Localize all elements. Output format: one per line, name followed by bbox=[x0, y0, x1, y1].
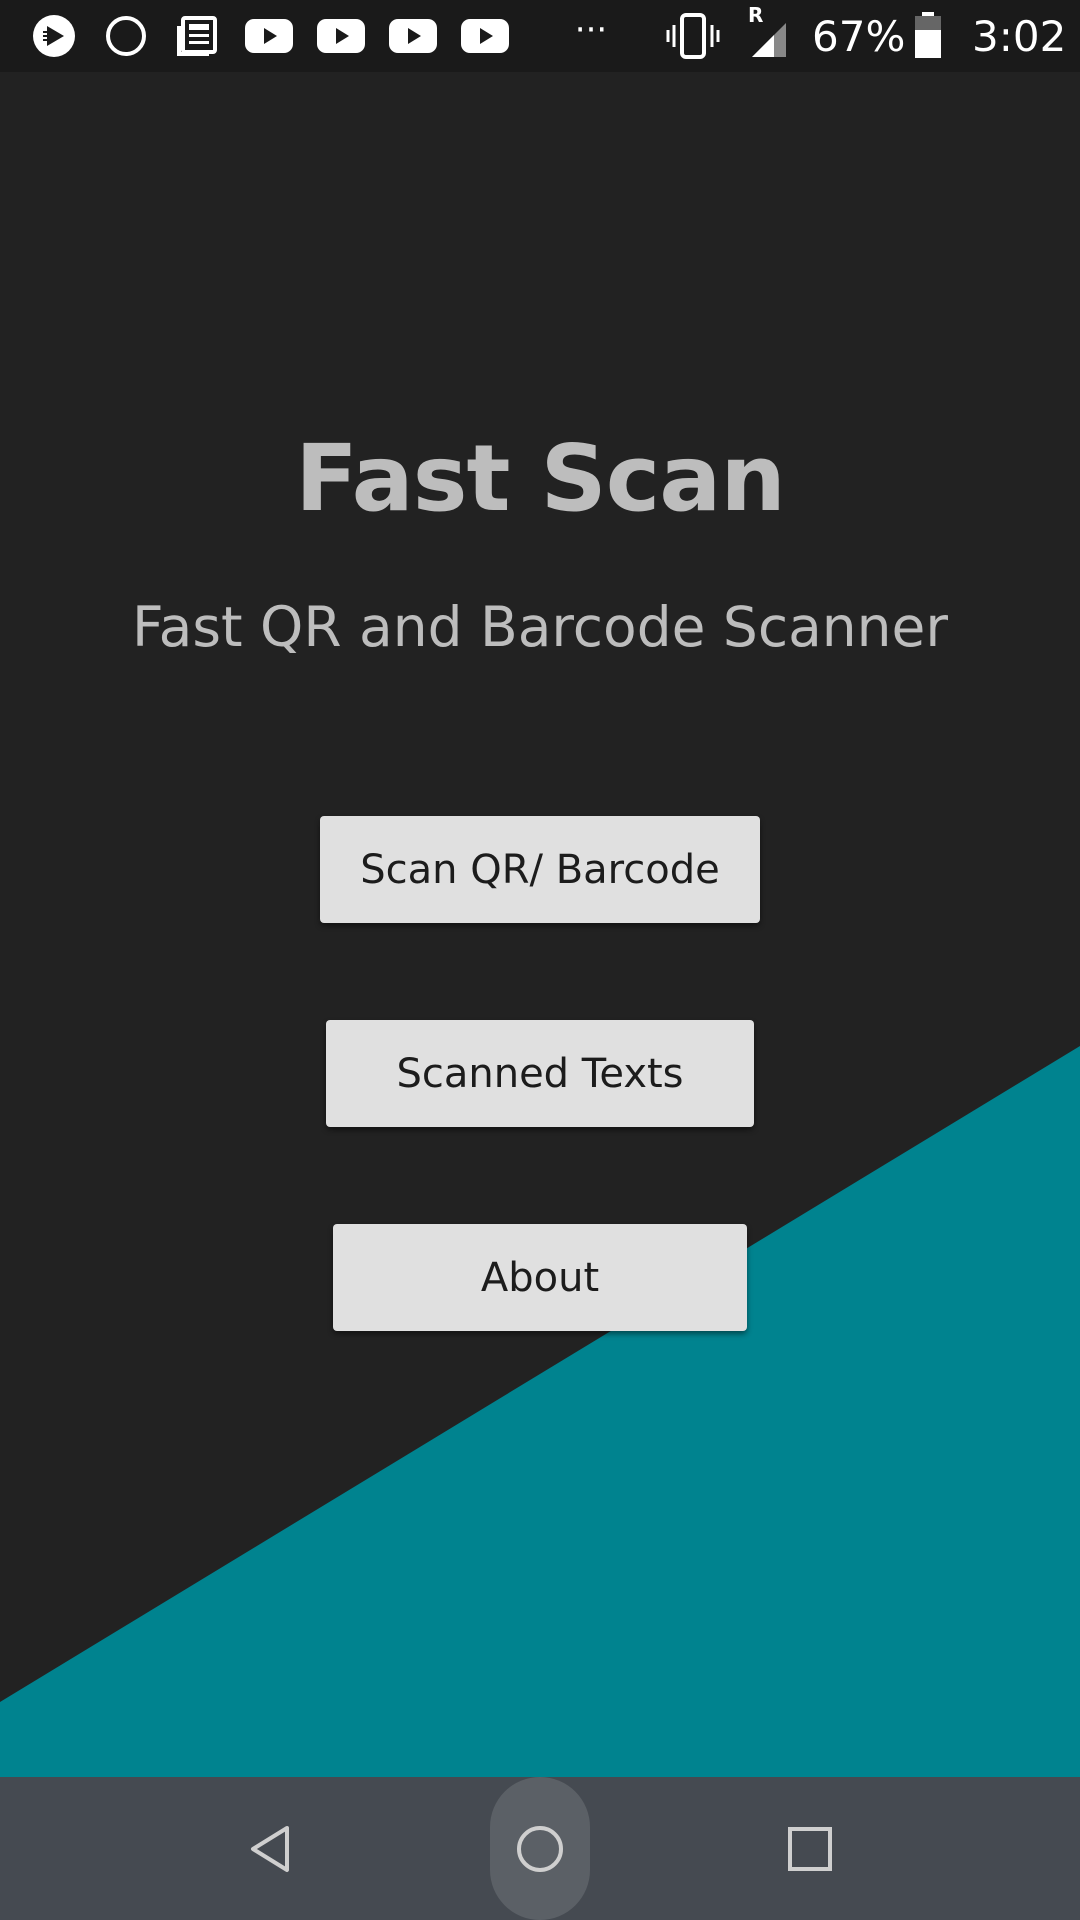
home-button[interactable] bbox=[500, 1777, 580, 1920]
diagonal-accent-background bbox=[0, 72, 1080, 1777]
youtube-notification-icon bbox=[244, 0, 294, 72]
scanned-texts-button[interactable]: Scanned Texts bbox=[326, 1020, 754, 1127]
back-icon bbox=[251, 1825, 289, 1872]
status-bar: ··· R 67% 3:02 bbox=[0, 0, 1080, 72]
home-icon bbox=[517, 1825, 563, 1872]
clock: 3:02 bbox=[972, 12, 1067, 61]
app-title: Fast Scan bbox=[295, 425, 786, 532]
news-notification-icon bbox=[174, 0, 220, 72]
circle-notification-icon bbox=[104, 0, 148, 72]
overflow-notifications-indicator: ··· bbox=[574, 10, 608, 50]
play-store-notification-icon bbox=[30, 0, 78, 72]
back-button[interactable] bbox=[230, 1777, 310, 1920]
battery-icon bbox=[912, 0, 944, 72]
recents-button[interactable] bbox=[770, 1777, 850, 1920]
scan-qr-barcode-button[interactable]: Scan QR/ Barcode bbox=[320, 816, 760, 923]
youtube-notification-icon bbox=[316, 0, 366, 72]
about-button[interactable]: About bbox=[333, 1224, 747, 1331]
battery-percent: 67% bbox=[812, 12, 906, 61]
vibrate-icon bbox=[666, 0, 720, 72]
app-subtitle: Fast QR and Barcode Scanner bbox=[132, 595, 948, 659]
app-screen: ··· R 67% 3:02 Fast Scan Fast QR and Bar… bbox=[0, 0, 1080, 1920]
youtube-notification-icon bbox=[388, 0, 438, 72]
youtube-notification-icon bbox=[460, 0, 510, 72]
roaming-indicator: R bbox=[748, 3, 764, 27]
recents-icon bbox=[788, 1826, 832, 1871]
